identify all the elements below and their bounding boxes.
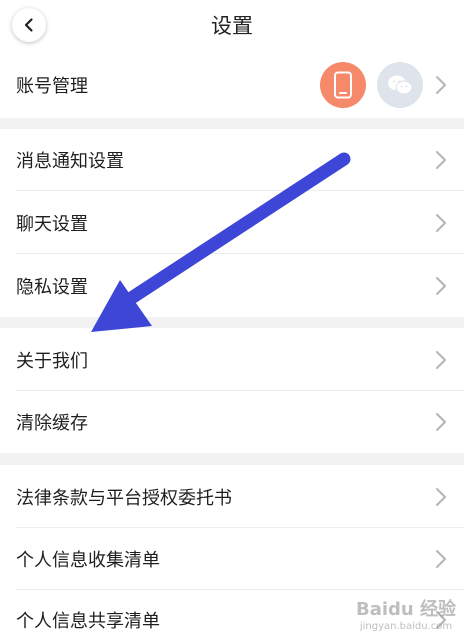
annotation-arrow-icon [91, 152, 351, 332]
baidu-watermark: Baidu 经验 jingyan.baidu.com [356, 595, 456, 632]
watermark-brand: Baidu 经验 [355, 599, 456, 620]
watermark-url: jingyan.baidu.com [359, 621, 453, 632]
